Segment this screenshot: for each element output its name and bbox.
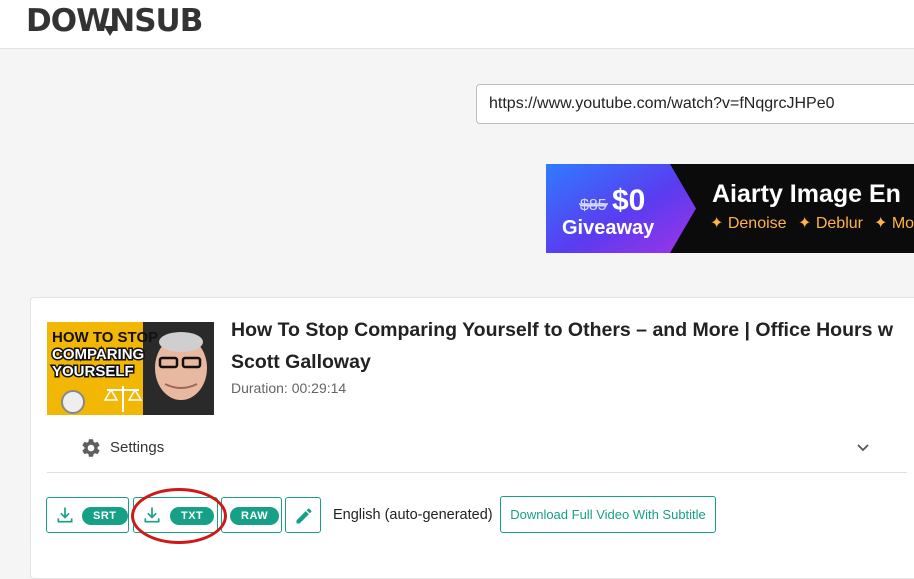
logo-arrow-icon — [104, 26, 116, 36]
thumb-text: YOURSELF — [52, 363, 134, 380]
raw-label: RAW — [230, 507, 280, 525]
pencil-icon — [296, 508, 312, 524]
ad-banner-graphic: $85 $0 Giveaway Aiarty Image En ✦ Denois… — [546, 164, 914, 253]
download-raw-button[interactable]: RAW — [221, 497, 282, 533]
chevron-down-icon[interactable] — [855, 439, 871, 455]
download-txt-button[interactable]: TXT — [133, 497, 218, 533]
ad-feature: ✦ Deblur — [798, 215, 864, 232]
edit-button[interactable] — [285, 497, 321, 533]
url-input[interactable] — [476, 84, 914, 124]
srt-label: SRT — [82, 507, 128, 525]
download-icon — [57, 507, 73, 523]
ad-giveaway: Giveaway — [562, 217, 655, 239]
download-srt-button[interactable]: SRT — [46, 497, 129, 533]
settings-label: Settings — [110, 439, 165, 456]
video-duration: Duration: 00:29:14 — [231, 380, 347, 396]
ad-new-price: $0 — [612, 184, 645, 217]
ad-feature: ✦ Denoise — [710, 215, 787, 232]
txt-label: TXT — [170, 507, 215, 525]
subtitle-language: English (auto-generated) — [333, 507, 493, 523]
video-thumbnail: HOW TO STOP COMPARING YOURSELF — [47, 322, 214, 415]
site-header: DOWNSUB — [0, 0, 914, 49]
ad-banner[interactable]: $85 $0 Giveaway Aiarty Image En ✦ Denois… — [546, 164, 914, 253]
ad-old-price: $85 — [580, 197, 607, 214]
thumb-text: HOW TO STOP — [52, 329, 158, 346]
ad-feature: ✦ Mo — [874, 215, 914, 232]
settings-row[interactable]: Settings — [47, 430, 907, 473]
video-title: How To Stop Comparing Yourself to Others… — [231, 319, 894, 373]
download-icon — [144, 507, 160, 523]
download-full-video-button[interactable]: Download Full Video With Subtitle — [500, 496, 716, 533]
ad-headline: Aiarty Image En — [712, 180, 901, 208]
gear-icon — [82, 439, 100, 457]
thumb-text: COMPARING — [52, 346, 144, 363]
